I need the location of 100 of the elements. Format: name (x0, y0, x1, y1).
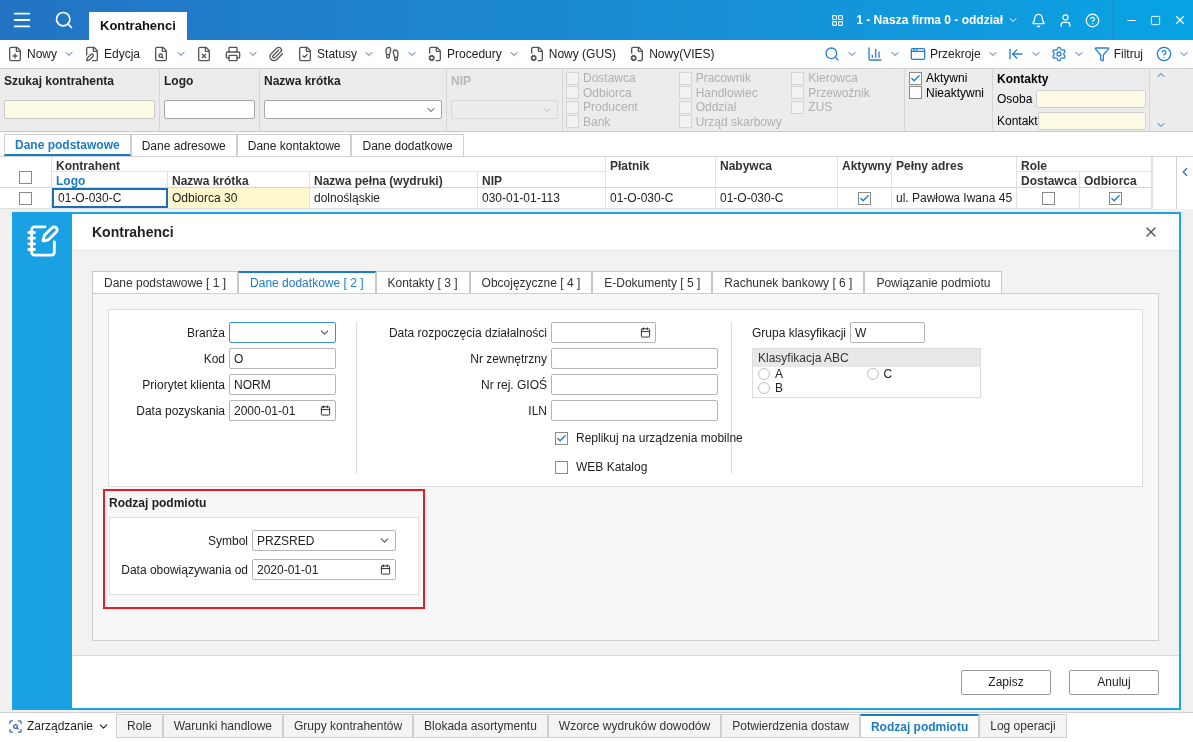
filter-icon (1093, 46, 1110, 62)
input-field[interactable] (4, 100, 155, 119)
tab[interactable]: Rodzaj podmiotu (859, 714, 980, 738)
tab[interactable]: Potwierdzenia dostaw (721, 714, 860, 738)
calendar-icon (320, 405, 331, 416)
tab[interactable]: Role (116, 714, 163, 738)
toolbar-button[interactable]: Przekroje (905, 43, 985, 65)
search-icon[interactable] (54, 10, 74, 30)
checkbox[interactable] (909, 71, 922, 85)
column-header[interactable]: Odbiorca (1080, 172, 1152, 188)
user-icon[interactable] (1058, 12, 1073, 28)
tab[interactable]: Rachunek bankowy [ 6 ] (712, 271, 865, 293)
table-cell: 01-O-030-C (52, 188, 168, 208)
select-all-checkbox[interactable] (19, 171, 32, 184)
section-title: Kontakty (997, 71, 1050, 88)
checkbox-label: Replikuj na urządzenia mobilne (576, 430, 743, 447)
input-field[interactable] (551, 400, 718, 421)
dropdown-field[interactable]: PRZSRED (252, 530, 396, 551)
tab[interactable]: Log operacji (979, 714, 1067, 738)
row-checkbox[interactable] (19, 191, 32, 205)
column-header[interactable]: Pełny adres (892, 157, 1017, 187)
grid-icon[interactable] (831, 13, 845, 27)
date-field[interactable]: 2020-01-01 (252, 559, 396, 580)
table-cell: Odbiorca 30 (168, 188, 310, 208)
search-icon (8, 718, 23, 734)
dropdown-field[interactable] (264, 100, 442, 119)
tab[interactable]: Wzorce wydruków dowodów (547, 714, 722, 738)
tab[interactable]: E-Dokumenty [ 5 ] (592, 271, 713, 293)
printer-icon (225, 46, 242, 62)
dropdown-field[interactable] (229, 322, 336, 343)
tab[interactable]: Dane dodatkowe (351, 134, 464, 156)
radio-button[interactable] (866, 368, 879, 380)
checkbox[interactable] (555, 460, 568, 474)
toolbar-button[interactable]: Nowy(VIES) (625, 43, 719, 65)
tab[interactable]: Dane podstawowe [ 1 ] (92, 271, 239, 293)
filter-label: Nazwa krótka (264, 73, 342, 90)
date-field[interactable]: 2000-01-01 (229, 400, 336, 421)
tab[interactable]: Dane dodatkowe [ 2 ] (238, 271, 376, 293)
app-tab[interactable]: Kontrahenci (89, 12, 187, 40)
input-field[interactable] (551, 374, 718, 395)
checkbox[interactable] (1041, 191, 1055, 205)
search-icon (823, 46, 840, 62)
checkbox-label: ZUS (808, 99, 833, 117)
field-label: Osoba (997, 91, 1033, 108)
tab[interactable]: Obcojęzyczne [ 4 ] (469, 271, 593, 293)
tab[interactable]: Kontakty [ 3 ] (375, 271, 470, 293)
dialog-button[interactable]: Anuluj (1069, 669, 1159, 695)
column-header[interactable]: Dostawca (1017, 172, 1080, 188)
windows-icon (909, 46, 926, 62)
field-label: Nr rej. GIOŚ (480, 376, 547, 394)
radio-label: B (775, 380, 783, 397)
file-refresh-icon (297, 46, 314, 62)
input-field[interactable] (164, 100, 255, 119)
column-header[interactable]: Aktywny (838, 157, 892, 187)
tab[interactable]: Warunki handlowe (162, 714, 283, 738)
input-field[interactable]: NORM (229, 374, 336, 395)
help-icon[interactable] (1085, 12, 1100, 28)
file-gear-icon (629, 46, 646, 62)
toolbar-button[interactable]: Statusy (293, 43, 362, 65)
table-cell: 01-O-030-C (606, 188, 716, 208)
toolbar-button[interactable]: Nowy (3, 43, 61, 65)
column-header[interactable]: Nazwa pełna (wydruki) (310, 172, 478, 188)
radio-button[interactable] (758, 382, 770, 394)
radio-button[interactable] (758, 368, 770, 380)
column-header[interactable]: Logo (52, 172, 168, 188)
file-search-icon (153, 46, 170, 62)
filter-label: Logo (164, 73, 195, 90)
input-field[interactable]: O (229, 348, 336, 369)
input-field[interactable] (1036, 90, 1146, 108)
tab[interactable]: Dane podstawowe (4, 134, 131, 156)
toolbar-button[interactable]: Nowy (GUS) (524, 43, 621, 65)
tab[interactable]: Blokada asortymentu (413, 714, 548, 738)
checkbox[interactable] (555, 431, 568, 445)
toolbar-button[interactable]: Edycja (80, 43, 145, 65)
column-group-header: Role (1017, 157, 1152, 172)
field-label: Grupa klasyfikacji (752, 324, 847, 342)
tab[interactable]: Grupy kontrahentów (283, 714, 414, 738)
input-field[interactable] (551, 348, 718, 369)
toolbar-button[interactable]: Procedury (423, 43, 506, 65)
column-header[interactable]: Nabywca (716, 157, 838, 187)
date-field[interactable] (551, 322, 656, 343)
input-field[interactable] (1037, 112, 1146, 130)
dialog-title: Kontrahenci (92, 222, 174, 242)
checkbox[interactable] (909, 86, 922, 100)
tab[interactable]: Dane kontaktowe (236, 134, 352, 156)
column-header[interactable]: NIP (478, 172, 606, 188)
footprints-icon (384, 46, 401, 62)
toolbar-button[interactable]: Filtruj (1089, 43, 1147, 65)
bell-icon[interactable] (1031, 12, 1046, 28)
tab[interactable]: Powiązanie podmiotu (864, 271, 1003, 293)
maximize-icon[interactable] (1150, 14, 1161, 26)
column-header[interactable]: Płatnik (606, 157, 716, 187)
checkbox[interactable] (1109, 191, 1122, 205)
table-cell: 01-O-030-C (716, 188, 838, 208)
checkbox-label: Nieaktywni (926, 85, 985, 102)
tab[interactable]: Dane adresowe (130, 134, 237, 156)
checkbox[interactable] (858, 191, 871, 205)
dialog-button[interactable]: Zapisz (961, 669, 1051, 695)
input-field[interactable]: W (850, 322, 926, 343)
menu-dropdown[interactable]: Zarządzanie (8, 717, 117, 735)
